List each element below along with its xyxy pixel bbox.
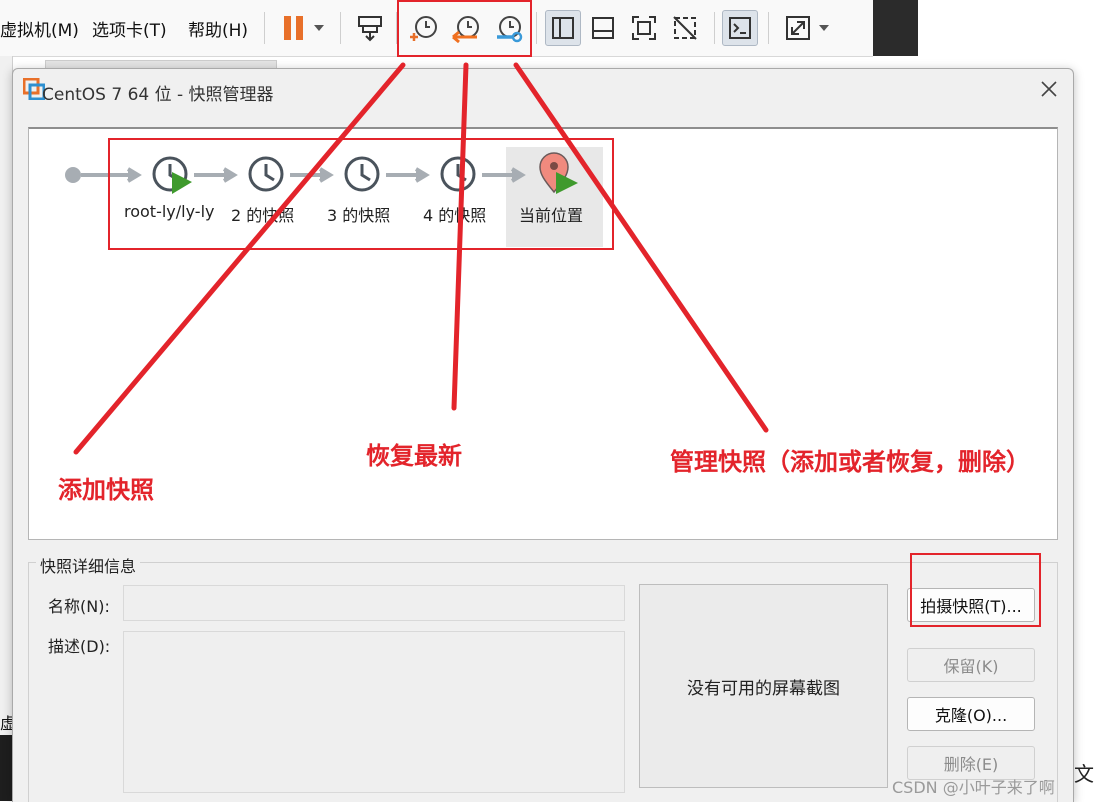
- annotation-add-snapshot: 添加快照: [58, 476, 154, 504]
- annotation-toolbar-box: [397, 0, 532, 57]
- screenshot-preview: 没有可用的屏幕截图: [639, 584, 888, 788]
- annotation-tree-box: [108, 138, 614, 250]
- background-text-right: 文: [1074, 762, 1094, 786]
- annotation-manage-snapshots: 管理快照（添加或者恢复，删除）: [670, 448, 1030, 476]
- details-group-title: 快照详细信息: [36, 553, 141, 577]
- no-screenshot-text: 没有可用的屏幕截图: [687, 678, 840, 699]
- snapshot-name-input[interactable]: [123, 585, 625, 621]
- annotation-restore-latest: 恢复最新: [366, 442, 462, 470]
- csdn-watermark: CSDN @小叶子来了啊: [892, 778, 1055, 797]
- keep-button[interactable]: 保留(K): [907, 648, 1035, 682]
- clone-button[interactable]: 克隆(O)...: [907, 697, 1035, 731]
- snapshot-description-input[interactable]: [123, 631, 625, 793]
- description-label: 描述(D):: [48, 637, 111, 656]
- name-label: 名称(N):: [48, 597, 110, 616]
- tree-root-dot: [65, 167, 81, 183]
- annotation-take-button-box: [910, 553, 1041, 627]
